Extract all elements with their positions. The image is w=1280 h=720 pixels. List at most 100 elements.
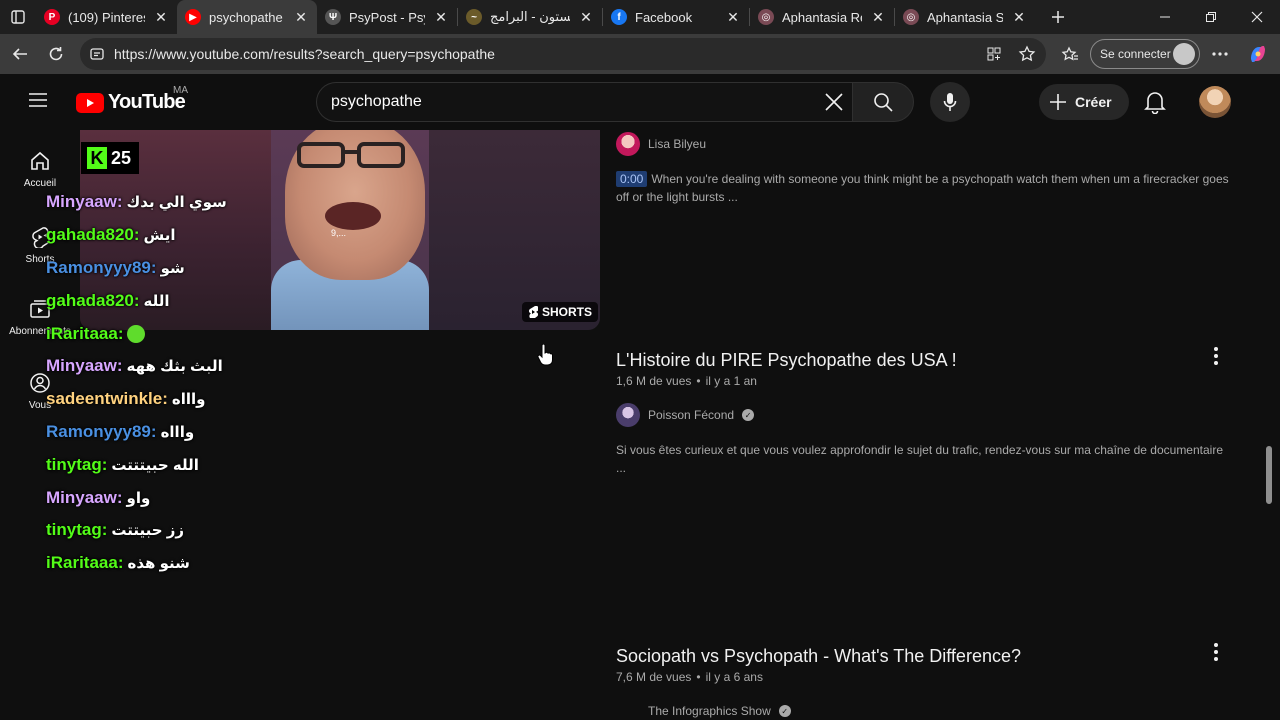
kebab-dot-icon [1214,347,1218,351]
kebab-dot-icon [1214,354,1218,358]
browser-tab[interactable]: Ψ PsyPost - Psychology News ✕ [317,0,457,34]
smiley-emoji-icon [127,324,146,343]
bell-icon [1144,92,1166,115]
chat-username: sadeentwinkle: [46,389,168,409]
plus-icon [1050,94,1066,110]
chat-text: واو [126,489,151,507]
menu-button[interactable] [28,92,48,113]
chat-message: gahada820: ايش [46,219,346,252]
favorites-icon [1061,46,1078,61]
result-channel[interactable]: Poisson Fécond ✓ [616,403,755,427]
youtube-play-icon [76,92,104,113]
close-window-button[interactable] [1234,0,1280,34]
result-channel[interactable]: Lisa Bilyeu [616,132,706,156]
result-title[interactable]: L'Histoire du PIRE Psychopathe des USA ! [616,350,957,371]
page-scrollbar[interactable] [1262,130,1276,720]
reload-icon [49,47,63,61]
tab-close-icon[interactable]: ✕ [293,9,309,25]
chat-username: Minyaaw: [46,192,123,212]
new-tab-button[interactable] [1041,0,1075,34]
verified-check-icon: ✓ [742,409,755,421]
browser-tab[interactable]: ◎ Aphantasia Research ✕ [750,0,894,34]
shorts-icon [528,306,538,318]
view-count: 7,6 M de vues [616,670,692,684]
browser-tab[interactable]: ▶ psychopathe - YouTube ✕ [177,0,317,34]
chat-text: واااه [160,423,195,441]
chat-username: Minyaaw: [46,487,123,507]
search-button[interactable] [852,82,914,122]
chat-text: زز حبيتتت [111,522,185,540]
nav-home[interactable]: Accueil [0,150,80,189]
reload-button[interactable] [38,38,74,70]
glasses-shape [297,142,405,168]
chat-username: Minyaaw: [46,356,123,376]
sign-in-button[interactable]: Se connecter [1090,39,1200,69]
tab-close-icon[interactable]: ✕ [153,9,169,25]
chat-message: iRaritaaa: شنو هذه [46,547,346,580]
search-input[interactable]: psychopathe [316,82,852,122]
address-bar[interactable]: https://www.youtube.com/results?search_q… [80,38,1046,70]
result-description: Si vous êtes curieux et que vous voulez … [616,443,1224,475]
voice-search-button[interactable] [930,82,970,122]
tab-close-icon[interactable]: ✕ [725,9,741,25]
close-icon [825,93,843,111]
scrollbar-thumb[interactable] [1266,446,1272,504]
browser-tab-strip: P (109) Pinterest ✕ ▶ psychopathe - YouTube ✕… [0,0,1280,34]
view-count: 1,6 M de vues [616,374,692,388]
chat-username: tinytag: [46,454,108,474]
youtube-logo[interactable]: YouTube MA [76,85,188,114]
chat-text: شنو هذه [127,555,190,573]
copilot-button[interactable] [1240,38,1276,70]
tab-close-icon[interactable]: ✕ [870,9,886,25]
kick-count: 25 [111,147,132,168]
favorite-star-icon[interactable] [1018,45,1036,63]
browser-tab[interactable]: P (109) Pinterest ✕ [36,0,177,34]
chat-username: tinytag: [46,520,108,540]
chat-text: البث بثك ههه [126,358,223,376]
more-options-button[interactable] [1202,38,1238,70]
minimize-icon [1160,16,1170,18]
tab-favicon-icon: Ψ [325,9,341,25]
create-label: Créer [1075,94,1112,110]
chapter-timestamp[interactable]: 0:00 [616,171,648,187]
tab-close-icon[interactable]: ✕ [1011,9,1027,25]
result-channel[interactable]: The Infographics Show ✓ [616,699,791,720]
result-menu-button[interactable] [1206,344,1226,368]
result-menu-button[interactable] [1206,640,1226,664]
clear-search-button[interactable] [824,92,844,117]
chat-message: iRaritaaa: [46,317,346,350]
tab-actions-button[interactable] [0,0,36,34]
tab-close-icon[interactable]: ✕ [433,9,449,25]
country-code: MA [173,85,188,96]
apps-icon[interactable] [986,46,1002,62]
result-title[interactable]: Sociopath vs Psychopath - What's The Dif… [616,646,1021,667]
minimize-button[interactable] [1142,0,1188,34]
chat-message: Minyaaw: واو [46,481,346,514]
tab-title: Aphantasia Research [782,9,862,25]
chat-message: Ramonyyy89: شو [46,252,346,285]
result-meta: 7,6 M de vues • il y a 6 ans [616,670,763,684]
chat-message: gahada820: الله [46,284,346,317]
chat-message: sadeentwinkle: واااه [46,383,346,416]
restore-button[interactable] [1188,0,1234,34]
create-button[interactable]: Créer [1039,84,1129,120]
tab-close-icon[interactable]: ✕ [578,9,594,25]
search-query[interactable]: psychopathe [331,93,422,111]
favorites-button[interactable] [1052,38,1088,70]
browser-tab[interactable]: ~ سبيستون - البرامج ✕ [458,0,602,34]
copilot-icon [1251,46,1265,62]
upload-age: il y a 1 an [705,374,757,388]
browser-tab[interactable]: ◎ Aphantasia Study ✕ [895,0,1035,34]
close-icon [1251,11,1263,23]
browser-tab[interactable]: f Facebook ✕ [603,0,749,34]
back-button[interactable] [2,38,38,70]
notifications-button[interactable] [1144,90,1166,119]
chat-username: gahada820: [46,225,140,245]
chat-text: شو [160,259,185,277]
account-avatar[interactable] [1199,86,1231,118]
tab-title: PsyPost - Psychology News [349,9,425,25]
tab-title: (109) Pinterest [68,9,145,25]
site-info-icon[interactable] [90,47,104,61]
url-text[interactable]: https://www.youtube.com/results?search_q… [114,46,495,62]
plus-icon [1052,11,1064,23]
